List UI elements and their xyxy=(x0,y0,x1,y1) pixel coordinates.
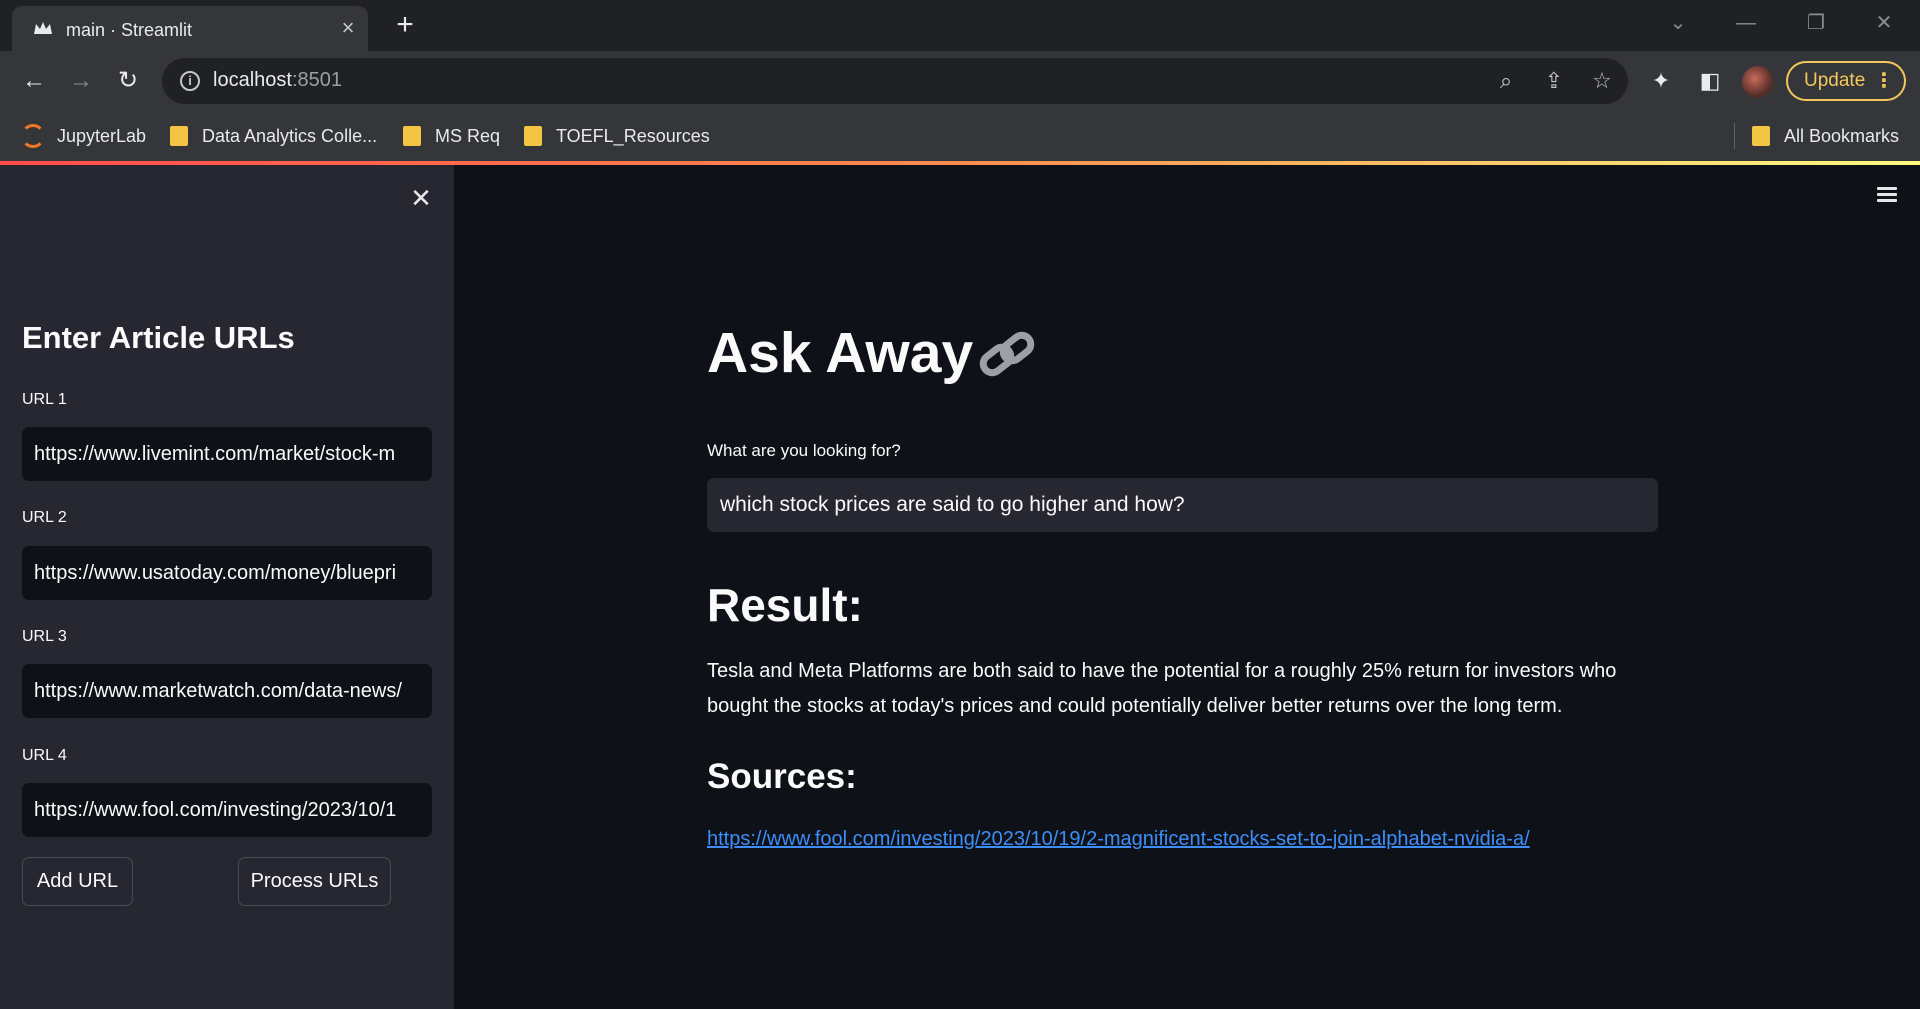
folder-icon xyxy=(1752,126,1770,146)
jupyter-logo-icon xyxy=(21,124,45,148)
streamlit-crown-icon xyxy=(34,22,52,34)
restore-icon[interactable]: ❐ xyxy=(1796,8,1836,38)
process-urls-button[interactable]: Process URLs xyxy=(238,857,391,906)
back-arrow-icon[interactable]: ← xyxy=(18,65,50,97)
browser-tab-strip: main · Streamlit × + ⌄ — ❐ ✕ xyxy=(0,0,1920,51)
url-4-input[interactable]: https://www.fool.com/investing/2023/10/1 xyxy=(22,783,432,837)
sidebar: ✕ Enter Article URLs URL 1 https://www.l… xyxy=(0,165,454,1009)
reload-icon[interactable]: ↻ xyxy=(112,65,144,97)
url-2-label: URL 2 xyxy=(22,509,67,526)
source-link[interactable]: https://www.fool.com/investing/2023/10/1… xyxy=(707,828,1530,851)
new-tab-icon[interactable]: + xyxy=(390,10,420,40)
query-input[interactable]: which stock prices are said to go higher… xyxy=(707,478,1658,532)
browser-toolbar: ← → ↻ i localhost:8501 ⌕ ⇪ ☆ ✦ ◧ Update … xyxy=(0,51,1920,111)
url-port: :8501 xyxy=(291,69,342,91)
url-3-label: URL 3 xyxy=(22,628,67,645)
url-1-input[interactable]: https://www.livemint.com/market/stock-m xyxy=(22,427,432,481)
add-url-button[interactable]: Add URL xyxy=(22,857,133,906)
all-bookmarks-label: All Bookmarks xyxy=(1784,125,1900,146)
side-panel-icon[interactable]: ◧ xyxy=(1694,65,1726,97)
more-vert-icon: ⋮ xyxy=(1874,70,1894,92)
hamburger-menu-icon[interactable] xyxy=(1874,182,1900,208)
tab-close-icon[interactable]: × xyxy=(336,16,360,40)
folder-icon xyxy=(170,126,188,146)
bookmarks-divider xyxy=(1734,123,1735,149)
window-close-icon[interactable]: ✕ xyxy=(1864,8,1904,38)
profile-avatar[interactable] xyxy=(1742,66,1774,98)
browser-tab[interactable]: main · Streamlit × xyxy=(12,6,368,51)
sidebar-heading: Enter Article URLs xyxy=(22,320,295,355)
tab-search-icon[interactable]: ⌄ xyxy=(1658,8,1698,38)
result-heading: Result: xyxy=(707,579,863,631)
url-1-label: URL 1 xyxy=(22,391,67,408)
update-button[interactable]: Update ⋮ xyxy=(1786,61,1906,101)
minimize-icon[interactable]: — xyxy=(1726,8,1766,38)
tab-title: main · Streamlit xyxy=(66,20,193,40)
forward-arrow-icon[interactable]: → xyxy=(65,65,97,97)
page-title: Ask Away xyxy=(707,321,974,385)
url-3-input[interactable]: https://www.marketwatch.com/data-news/ xyxy=(22,664,432,718)
bookmark-label: TOEFL_Resources xyxy=(556,125,710,146)
url-4-label: URL 4 xyxy=(22,747,67,764)
bookmark-data-analytics[interactable]: Data Analytics Colle... xyxy=(170,123,377,149)
all-bookmarks[interactable]: All Bookmarks xyxy=(1752,123,1899,149)
menu-bar-line xyxy=(1877,199,1897,202)
bookmark-toefl[interactable]: TOEFL_Resources xyxy=(524,123,710,149)
sidebar-close-icon[interactable]: ✕ xyxy=(408,185,434,211)
answer-text: Tesla and Meta Platforms are both said t… xyxy=(707,660,1617,717)
address-bar-url[interactable]: localhost:8501 xyxy=(213,69,342,92)
menu-bar-line xyxy=(1877,193,1897,196)
sources-heading: Sources: xyxy=(707,757,857,796)
bookmark-label: MS Req xyxy=(435,125,501,146)
link-icon xyxy=(979,331,1035,377)
url-host: localhost xyxy=(213,69,292,91)
bookmark-label: JupyterLab xyxy=(57,125,147,146)
address-bar[interactable]: i localhost:8501 ⌕ ⇪ ☆ xyxy=(162,58,1628,104)
update-label: Update xyxy=(1804,70,1866,91)
bookmark-label: Data Analytics Colle... xyxy=(202,125,378,146)
query-label: What are you looking for? xyxy=(707,441,901,460)
site-info-icon[interactable]: i xyxy=(180,71,200,91)
folder-icon xyxy=(403,126,421,146)
bookmark-ms-req[interactable]: MS Req xyxy=(403,123,500,149)
share-icon[interactable]: ⇪ xyxy=(1541,68,1567,94)
extensions-puzzle-icon[interactable]: ✦ xyxy=(1645,65,1677,97)
folder-icon xyxy=(524,126,542,146)
bookmark-star-icon[interactable]: ☆ xyxy=(1589,68,1615,94)
zoom-icon[interactable]: ⌕ xyxy=(1493,68,1519,94)
menu-bar-line xyxy=(1877,187,1897,190)
bookmarks-bar: JupyterLab Data Analytics Colle... MS Re… xyxy=(0,111,1920,161)
url-2-input[interactable]: https://www.usatoday.com/money/bluepri xyxy=(22,546,432,600)
bookmark-jupyterlab[interactable]: JupyterLab xyxy=(21,123,146,149)
